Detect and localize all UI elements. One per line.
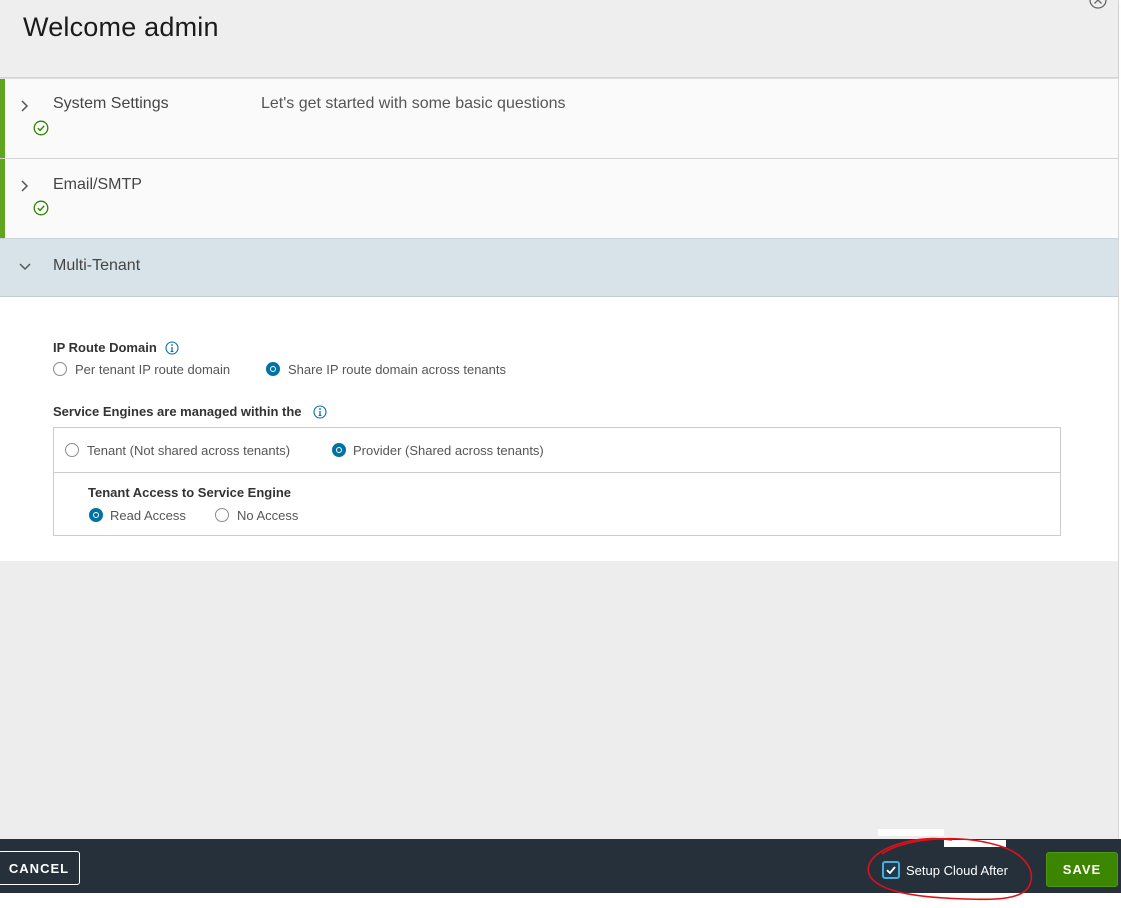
- close-icon[interactable]: [1088, 0, 1108, 10]
- radio-label: Provider (Shared across tenants): [353, 443, 544, 458]
- radio-label: Tenant (Not shared across tenants): [87, 443, 291, 458]
- redaction-strip: [878, 829, 944, 836]
- info-icon[interactable]: [313, 405, 327, 419]
- tenant-access-label: Tenant Access to Service Engine: [88, 485, 292, 500]
- check-circle-icon: [33, 120, 49, 136]
- chevron-right-icon[interactable]: [18, 99, 32, 113]
- check-icon: [886, 866, 896, 875]
- redaction-strip: [944, 840, 1006, 847]
- save-button[interactable]: SAVE: [1046, 852, 1118, 887]
- section-title: System Settings: [53, 95, 169, 112]
- radio-label: No Access: [237, 508, 299, 523]
- welcome-modal: Welcome admin System Settings Let's get …: [0, 0, 1119, 893]
- check-circle-icon: [33, 200, 49, 216]
- setup-cloud-label[interactable]: Setup Cloud After: [906, 863, 1008, 878]
- section-title: Email/SMTP: [53, 176, 142, 193]
- divider: [54, 472, 1060, 473]
- service-engines-label: Service Engines are managed within the: [53, 404, 302, 419]
- section-description: Let's get started with some basic questi…: [261, 95, 566, 112]
- section-multi-tenant[interactable]: Multi-Tenant: [0, 238, 1118, 297]
- radio-read-access[interactable]: [89, 508, 103, 522]
- chevron-down-icon[interactable]: [18, 260, 32, 274]
- radio-label: Read Access: [110, 508, 186, 523]
- section-email-smtp[interactable]: Email/SMTP: [0, 159, 1118, 239]
- radio-no-access[interactable]: [215, 508, 229, 522]
- radio-tenant-not-shared[interactable]: [65, 443, 79, 457]
- cancel-button[interactable]: CANCEL: [0, 851, 80, 885]
- modal-footer: CANCEL Setup Cloud After SAVE: [0, 829, 1121, 893]
- radio-label: Share IP route domain across tenants: [288, 362, 506, 377]
- modal-header: Welcome admin: [0, 0, 1118, 78]
- multi-tenant-panel: IP Route Domain Per tenant IP route doma…: [0, 297, 1118, 561]
- radio-per-tenant-ip-route[interactable]: [53, 362, 67, 376]
- section-system-settings[interactable]: System Settings Let's get started with s…: [0, 79, 1118, 159]
- ip-route-domain-label: IP Route Domain: [53, 340, 157, 355]
- info-icon[interactable]: [165, 341, 179, 355]
- chevron-right-icon[interactable]: [18, 179, 32, 193]
- setup-cloud-checkbox[interactable]: [882, 861, 900, 879]
- radio-provider-shared[interactable]: [332, 443, 346, 457]
- radio-share-ip-route[interactable]: [266, 362, 280, 376]
- section-title: Multi-Tenant: [53, 257, 141, 274]
- service-engine-box: Tenant (Not shared across tenants) Provi…: [53, 427, 1061, 536]
- page-title: Welcome admin: [23, 12, 219, 42]
- radio-label: Per tenant IP route domain: [75, 362, 231, 377]
